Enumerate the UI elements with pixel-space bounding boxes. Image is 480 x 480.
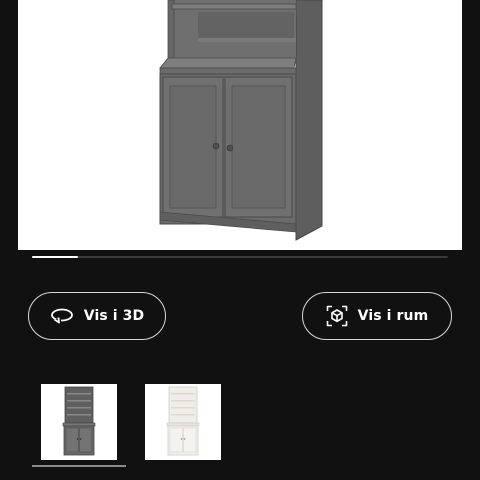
view-3d-button[interactable]: Vis i 3D (28, 292, 166, 340)
rotate-3d-icon (50, 307, 74, 325)
view-in-room-button[interactable]: Vis i rum (302, 292, 452, 340)
view-3d-label: Vis i 3D (83, 308, 145, 324)
thumbnail-white-cabinet[interactable] (145, 384, 221, 460)
gallery-progress-fill (32, 256, 78, 258)
view-in-room-label: Vis i rum (357, 308, 429, 324)
thumbnail-grey-cabinet[interactable] (41, 384, 117, 460)
selected-thumbnail-indicator (32, 465, 126, 467)
gallery-progress-bar (32, 256, 448, 258)
ar-cube-icon (326, 305, 348, 327)
thumbnail-white-image (166, 386, 200, 456)
product-image[interactable] (18, 0, 462, 250)
cabinet-illustration (159, 0, 323, 241)
thumbnail-grey-image (62, 386, 96, 456)
